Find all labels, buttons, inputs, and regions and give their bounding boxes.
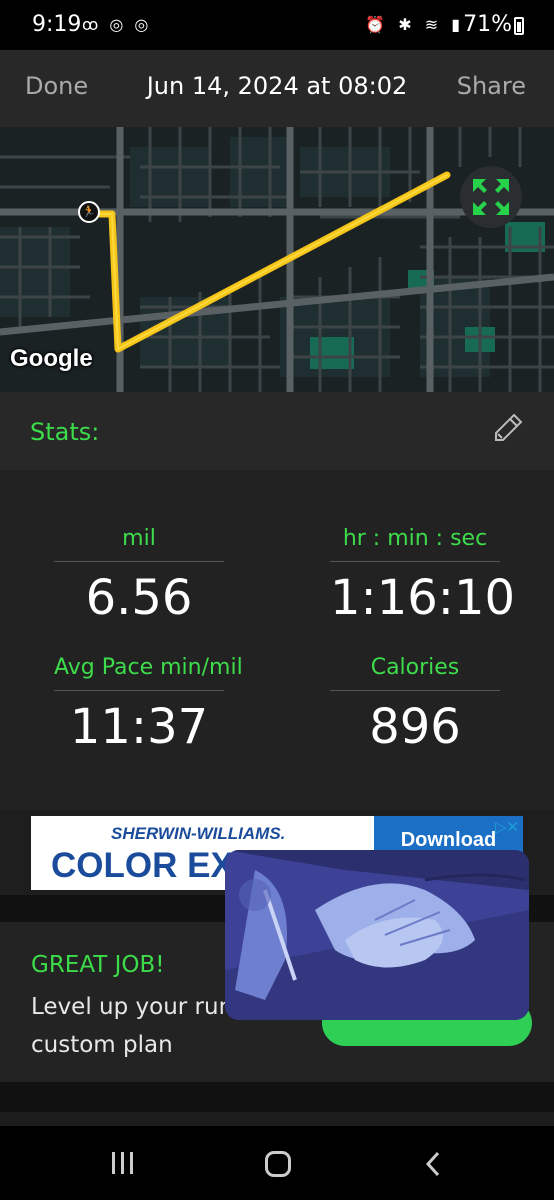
promo-title: GREAT JOB! (31, 952, 165, 978)
pace-label: Avg Pace min/mil (54, 655, 243, 691)
expand-icon (473, 179, 509, 215)
calories-stat: Calories 896 (330, 655, 500, 755)
start-marker-icon: 🏃 (78, 201, 100, 223)
system-nav-bar (0, 1126, 554, 1200)
duration-label: hr : min : sec (330, 526, 500, 562)
stats-title: Stats: (30, 418, 100, 446)
home-icon[interactable] (265, 1151, 291, 1177)
pencil-icon[interactable] (492, 412, 524, 444)
back-icon[interactable] (423, 1150, 443, 1178)
route-map[interactable]: 🏃 Google (0, 127, 554, 392)
app-header: Done Jun 14, 2024 at 08:02 Share (0, 50, 554, 127)
floating-video-ad[interactable] (225, 850, 529, 1020)
duration-stat: hr : min : sec 1:16:10 (330, 526, 516, 626)
status-bar: 9:19 ꝏ ◎ ◎ ⏰ ✱ ≋ ▮ 71% (0, 0, 554, 50)
ad-headline: COLOR EX (51, 846, 234, 885)
pace-stat: Avg Pace min/mil 11:37 (54, 655, 243, 755)
video-frame-image (225, 850, 529, 1020)
stats-panel: mil 6.56 hr : min : sec 1:16:10 Avg Pace… (0, 470, 554, 810)
system-icons: ⏰ ✱ ≋ ▮ (365, 15, 464, 34)
calories-value: 896 (369, 699, 461, 755)
bottom-panel-edge (0, 1112, 554, 1126)
duration-value: 1:16:10 (330, 570, 516, 626)
battery-icon (514, 17, 524, 35)
expand-map-button[interactable] (460, 166, 522, 228)
google-attribution: Google (10, 345, 93, 372)
status-time: 9:19 (32, 12, 82, 37)
share-button[interactable]: Share (457, 72, 526, 100)
notification-icons: ꝏ ◎ ◎ (82, 15, 152, 34)
distance-stat: mil 6.56 (54, 526, 224, 626)
pace-value: 11:37 (69, 699, 209, 755)
ad-choices-icon[interactable]: ▷✕ (495, 818, 519, 836)
stats-header: Stats: (0, 392, 554, 470)
calories-label: Calories (330, 655, 500, 691)
distance-label: mil (54, 526, 224, 562)
bottom-divider (0, 1082, 554, 1112)
distance-value: 6.56 (85, 570, 193, 626)
battery-percent: 71% (463, 12, 512, 37)
ad-brand: SHERWIN-WILLIAMS. (111, 824, 286, 843)
recents-icon[interactable] (110, 1152, 136, 1174)
